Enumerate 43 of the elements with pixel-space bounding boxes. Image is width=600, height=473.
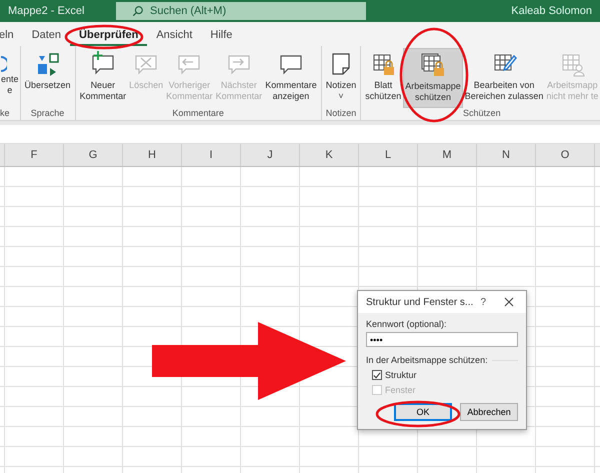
checkbox[interactable]: [372, 370, 382, 380]
column-header[interactable]: L: [359, 144, 418, 166]
ribbon-tab[interactable]: Daten: [22, 29, 70, 46]
ribbon-button[interactable]: Blatt schützen: [364, 48, 402, 108]
search-field[interactable]: Suchen (Alt+M): [116, 2, 366, 20]
dialog-title: Struktur und Fenster s...: [366, 296, 474, 308]
dialog-button[interactable]: OK: [394, 403, 452, 421]
field-label: Kennwort (optional):: [366, 319, 448, 329]
dialog-button[interactable]: Abbrechen: [460, 403, 518, 421]
close-icon[interactable]: [504, 297, 514, 307]
window-title: Mappe2 - Excel: [8, 5, 86, 17]
caret-icon: ˅: [338, 91, 344, 102]
ribbon-tab[interactable]: Hilfe: [201, 29, 242, 46]
group-label: Kommentare: [172, 108, 224, 120]
password-field[interactable]: ••••: [366, 332, 518, 347]
group-label: Notizen: [326, 108, 356, 120]
user-name[interactable]: Kaleab Solomon: [511, 5, 592, 17]
section-label: In der Arbeitsmappe schützen:: [366, 355, 488, 365]
column-header[interactable]: O: [536, 144, 595, 166]
column-header[interactable]: I: [182, 144, 241, 166]
search-icon: [132, 5, 144, 17]
ribbon-button[interactable]: Bearbeiten von Bereichen zulassen: [464, 48, 544, 108]
ribbon-button[interactable]: Arbeitsmappe schützen: [403, 48, 463, 108]
help-button[interactable]: ?: [480, 296, 486, 308]
ribbon-button[interactable]: Neuer Kommentar: [78, 48, 128, 108]
ribbon-button[interactable]: Übersetzen: [24, 48, 72, 108]
checkbox-label: Struktur: [385, 370, 417, 380]
column-header[interactable]: J: [241, 144, 300, 166]
ribbon-tab[interactable]: Ansicht: [147, 29, 202, 46]
ribbon-button[interactable]: Notizen ˅: [324, 48, 358, 108]
column-header[interactable]: H: [123, 144, 182, 166]
column-header[interactable]: F: [5, 144, 64, 166]
column-header[interactable]: M: [418, 144, 477, 166]
arc-icon: [1, 56, 7, 72]
ribbon-button[interactable]: ente e: [0, 48, 20, 108]
column-header[interactable]: K: [300, 144, 359, 166]
ribbon-button[interactable]: Kommentare anzeigen: [264, 48, 318, 108]
group-label: Sprache: [30, 108, 64, 120]
column-header[interactable]: G: [64, 144, 123, 166]
group-label: ke: [0, 108, 10, 120]
column-header[interactable]: N: [477, 144, 536, 166]
checkbox-label: Fenster: [385, 385, 416, 395]
group-label: Schützen: [463, 108, 501, 120]
